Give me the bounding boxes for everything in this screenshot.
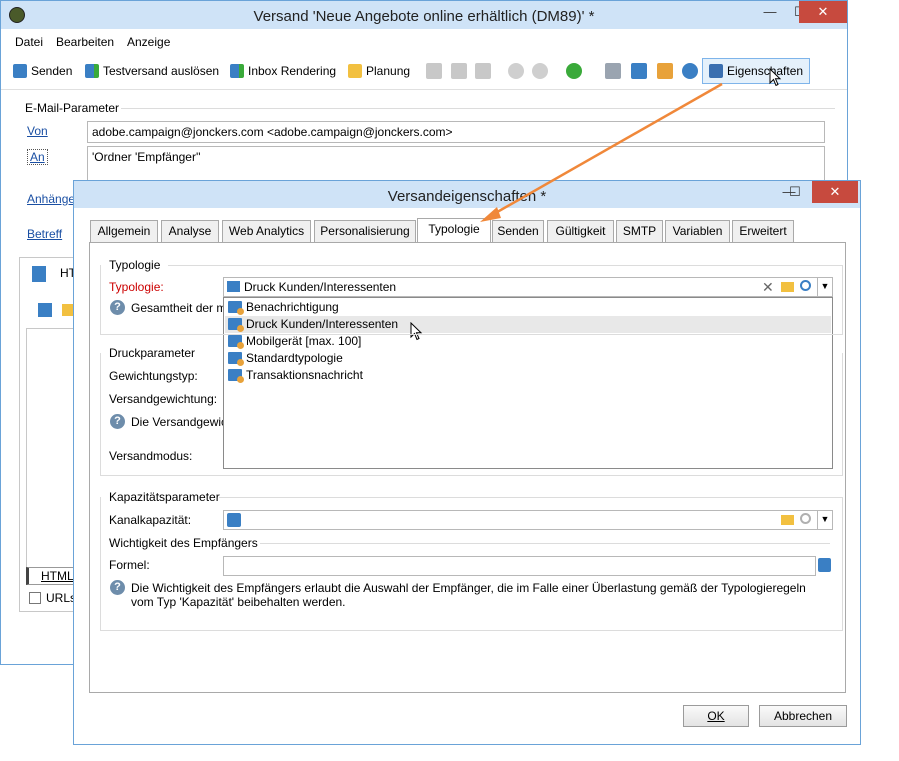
mouse-cursor-icon xyxy=(769,68,782,87)
annotation-arrow xyxy=(480,82,723,222)
